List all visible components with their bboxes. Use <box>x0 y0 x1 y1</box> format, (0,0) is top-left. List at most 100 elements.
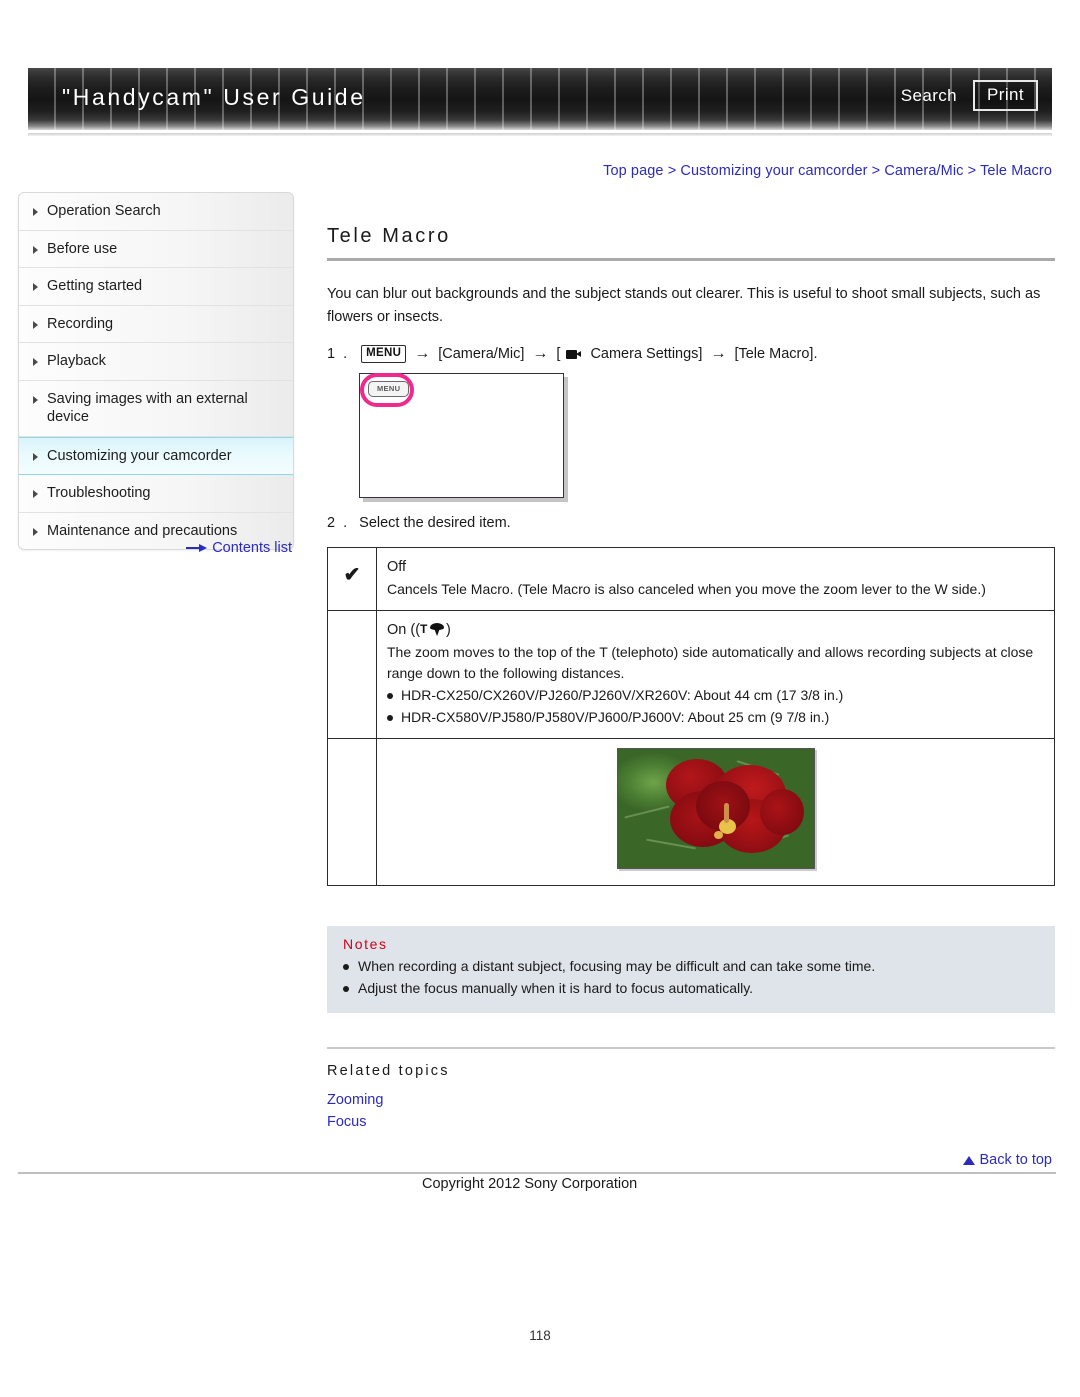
option-on-cell: On ((T) The zoom moves to the top of the… <box>376 610 1055 739</box>
note-text-2: Adjust the focus manually when it is har… <box>358 979 754 996</box>
back-to-top-label: Back to top <box>979 1152 1052 1168</box>
search-button[interactable]: Search <box>901 86 957 106</box>
chevron-right-icon <box>33 320 38 329</box>
chevron-right-icon <box>33 395 38 404</box>
bullet-icon <box>387 692 393 699</box>
site-title: "Handycam" User Guide <box>62 84 366 110</box>
chevron-right-icon <box>33 490 38 499</box>
tele-macro-t-letter: T <box>420 622 428 637</box>
option-off-name: Off <box>387 559 407 576</box>
flower-icon <box>430 622 445 636</box>
flower-stamen <box>713 830 723 839</box>
chevron-right-icon <box>33 283 38 292</box>
sidebar-item-label: Customizing your camcorder <box>47 447 232 464</box>
intro-paragraph: You can blur out backgrounds and the sub… <box>327 286 1041 325</box>
list-item: HDR-CX580V/PJ580/PJ580V/PJ600/PJ600V: Ab… <box>387 707 1044 728</box>
list-item: Adjust the focus manually when it is har… <box>343 978 1039 1000</box>
triangle-up-icon <box>963 1156 976 1165</box>
sidebar-item-label: Operation Search <box>47 203 161 219</box>
contents-list-label: Contents list <box>212 540 292 556</box>
option-on-description: The zoom moves to the top of the T (tele… <box>387 643 1034 681</box>
checkmark-icon: ✔ <box>327 547 377 612</box>
sidebar-item-recording[interactable]: Recording <box>19 305 293 344</box>
chevron-right-icon <box>33 358 38 367</box>
copyright-text: Copyright 2012 Sony Corporation <box>422 1176 638 1192</box>
sidebar-item-label: Troubleshooting <box>47 485 151 502</box>
bullet-icon <box>387 714 393 721</box>
sidebar-item-label: Before use <box>47 240 118 257</box>
sidebar-nav: Operation Search Before use Getting star… <box>18 192 294 551</box>
step-1-camera-mic: [Camera/Mic] <box>438 346 525 363</box>
sidebar-item-customizing-your-camcorder[interactable]: Customizing your camcorder <box>19 436 293 476</box>
sidebar-item-label: Maintenance and precautions <box>47 522 238 539</box>
sidebar-item-label: Saving images with an external device <box>47 390 248 426</box>
sidebar-item-saving-images[interactable]: Saving images with an external device <box>19 380 293 437</box>
lcd-screen-illustration: MENU <box>359 373 567 501</box>
related-divider <box>327 1047 1055 1050</box>
sidebar-item-getting-started[interactable]: Getting started <box>19 268 293 306</box>
list-item: HDR-CX250/CX260V/PJ260/PJ260V/XR260V: Ab… <box>387 685 1044 706</box>
main-content: Tele Macro You can blur out backgrounds … <box>327 225 1055 1134</box>
site-header-banner: "Handycam" User Guide Search Print <box>28 68 1052 130</box>
option-on-name-prefix: On (( <box>387 622 421 639</box>
sidebar-item-before-use[interactable]: Before use <box>19 230 293 269</box>
step-2-row: 2 . Select the desired item. <box>327 515 1055 531</box>
option-on-name: On ((T) <box>387 620 1044 642</box>
note-text-1: When recording a distant subject, focusi… <box>358 957 876 974</box>
breadcrumb[interactable]: Top page > Customizing your camcorder > … <box>603 163 1052 179</box>
flower-petal <box>759 788 804 835</box>
title-divider <box>327 258 1055 261</box>
options-table: ✔ Off Cancels Tele Macro. (Tele Macro is… <box>327 547 1055 886</box>
step-1-number: 1 . <box>327 346 350 363</box>
step-1-bracket-open: [ <box>556 346 561 363</box>
step-1-row: 1 . MENU → [Camera/Mic] → [ Camera Setti… <box>327 344 1055 364</box>
table-row-on[interactable]: On ((T) The zoom moves to the top of the… <box>327 610 1055 739</box>
option-off-description: Cancels Tele Macro. (Tele Macro is also … <box>387 581 986 598</box>
step-1-camera-settings: Camera Settings] <box>590 346 703 363</box>
camera-settings-icon <box>566 349 582 360</box>
chevron-right-icon <box>33 208 38 216</box>
table-row-photo <box>327 737 1055 886</box>
bullet-icon <box>343 963 349 970</box>
flower-stamen <box>723 802 729 823</box>
header-actions: Search Print <box>901 80 1038 111</box>
notes-box: Notes When recording a distant subject, … <box>327 925 1055 1014</box>
step-2-number: 2 . <box>327 515 350 532</box>
highlight-ring <box>360 373 414 408</box>
page-title: Tele Macro <box>327 225 451 247</box>
tele-macro-icon: T <box>420 622 446 637</box>
sidebar-item-playback[interactable]: Playback <box>19 343 293 381</box>
arrow-right-icon <box>186 544 208 553</box>
arrow-right-icon: → <box>532 345 549 363</box>
back-to-top-link[interactable]: Back to top <box>963 1152 1052 1168</box>
related-topics-title: Related topics <box>327 1063 450 1080</box>
footer-divider <box>18 1172 1056 1174</box>
sidebar-item-troubleshooting[interactable]: Troubleshooting <box>19 475 293 513</box>
menu-chip-icon: MENU <box>361 344 407 364</box>
option-off-cell: Off Cancels Tele Macro. (Tele Macro is a… <box>376 547 1055 612</box>
chevron-right-icon <box>33 245 38 254</box>
bullet-icon <box>343 985 349 992</box>
checkmark-slot-empty <box>327 610 377 739</box>
chevron-right-icon <box>33 527 38 536</box>
header-underline <box>28 133 1052 136</box>
table-row-off[interactable]: ✔ Off Cancels Tele Macro. (Tele Macro is… <box>327 547 1055 612</box>
sidebar-item-operation-search[interactable]: Operation Search <box>19 193 293 231</box>
notes-title: Notes <box>343 935 388 952</box>
chevron-right-icon <box>33 452 38 461</box>
page-number: 118 <box>529 1328 551 1343</box>
sidebar-item-label: Getting started <box>47 278 143 295</box>
option-on-bullet-2: HDR-CX580V/PJ580/PJ580V/PJ600/PJ600V: Ab… <box>401 708 830 725</box>
print-button[interactable]: Print <box>973 80 1038 111</box>
related-link-zooming[interactable]: Zooming <box>327 1090 1055 1112</box>
step-1-tele-macro: [Tele Macro]. <box>734 346 818 363</box>
photo-row-empty-cell <box>327 737 377 886</box>
sidebar-item-label: Playback <box>47 353 106 370</box>
arrow-right-icon: → <box>414 345 431 363</box>
photo-cell <box>376 737 1055 886</box>
option-on-bullet-1: HDR-CX250/CX260V/PJ260/PJ260V/XR260V: Ab… <box>401 686 844 703</box>
list-item: When recording a distant subject, focusi… <box>343 956 1039 978</box>
contents-list-link[interactable]: Contents list <box>0 540 292 556</box>
related-link-focus[interactable]: Focus <box>327 1112 1055 1134</box>
arrow-right-icon: → <box>710 345 727 363</box>
